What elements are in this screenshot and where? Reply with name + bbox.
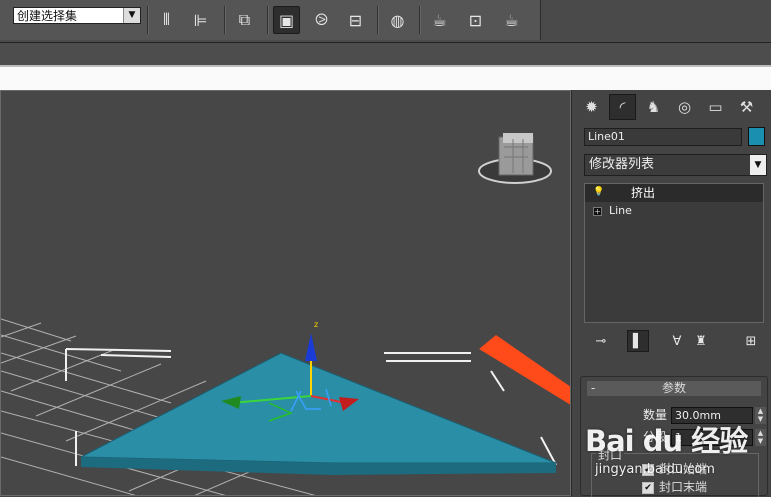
mirror-icon[interactable]: ⫴ xyxy=(153,6,180,34)
scene-explorer-icon[interactable]: ▣ xyxy=(273,6,300,34)
checkbox-checked-icon[interactable]: ✔ xyxy=(642,481,654,494)
render-frame-icon[interactable]: ⊡ xyxy=(462,6,489,34)
align-icon[interactable]: ⊫ xyxy=(187,6,214,34)
render-setup-icon[interactable]: ☕ xyxy=(426,6,453,34)
extruded-shape-top xyxy=(80,352,557,464)
main-toolbar: 创建选择集 ▼ ⫴ ⊫ ⧉ ▣ ⧁ ⊟ ◍ ☕ ⊡ ☕ xyxy=(0,0,771,43)
parameters-rollout-header[interactable]: - 参数 xyxy=(587,381,761,396)
z-axis-label: z xyxy=(314,320,318,329)
toolbar-separator xyxy=(377,6,379,34)
segments-label: 分段 xyxy=(642,430,667,444)
modify-icon[interactable]: ◜ xyxy=(609,94,636,120)
utilities-icon[interactable]: ⚒ xyxy=(733,94,760,120)
display-icon[interactable]: ▭ xyxy=(702,94,729,120)
modifier-stack: 💡 挤出 + Line xyxy=(584,183,764,323)
amount-value: 30.0mm xyxy=(675,409,721,422)
viewcube-icon xyxy=(478,133,552,184)
pin-stack-icon[interactable]: ⊸ xyxy=(590,330,612,352)
object-color-swatch[interactable] xyxy=(748,127,765,146)
amount-label: 数量 xyxy=(642,408,667,422)
annotation-arrow xyxy=(479,335,570,405)
motion-icon[interactable]: ◎ xyxy=(671,94,698,120)
selection-set-label: 创建选择集 xyxy=(17,9,78,23)
checkbox-checked-icon[interactable]: ✔ xyxy=(642,463,654,476)
object-name-field[interactable]: Line01 xyxy=(584,128,742,146)
cap-end-label: 封口末端 xyxy=(659,480,708,494)
command-panel-tabs: ✹ ◜ ♞ ◎ ▭ ⚒ xyxy=(576,92,768,122)
toolbar-separator xyxy=(419,6,421,34)
remove-modifier-icon[interactable]: ♜ xyxy=(690,330,712,352)
capping-label: 封口 xyxy=(596,446,625,463)
stack-item-label: 挤出 xyxy=(631,186,656,200)
amount-spinner[interactable]: ▲ ▼ xyxy=(755,407,766,424)
cap-end-checkbox[interactable]: ✔ 封口末端 xyxy=(642,478,707,495)
schematic-view-icon[interactable]: ⊟ xyxy=(342,6,369,34)
expand-plus-icon[interactable]: + xyxy=(593,207,602,216)
curve-editor-icon[interactable]: ⧁ xyxy=(308,6,335,34)
cap-start-checkbox[interactable]: ✔ 封口始端 xyxy=(642,460,707,477)
segments-input[interactable]: 1 xyxy=(671,429,753,446)
stack-item-extrude[interactable]: 💡 挤出 xyxy=(585,184,763,202)
segments-spinner[interactable]: ▲ ▼ xyxy=(755,429,766,446)
modifier-list-dropdown[interactable]: 修改器列表 ▼ xyxy=(584,154,767,176)
segments-value: 1 xyxy=(675,431,682,444)
make-unique-icon[interactable]: ∀ xyxy=(666,330,688,352)
hierarchy-icon[interactable]: ♞ xyxy=(640,94,667,120)
cap-start-label: 封口始端 xyxy=(659,462,708,476)
object-name-value: Line01 xyxy=(588,130,625,143)
lightbulb-icon[interactable]: 💡 xyxy=(593,187,604,198)
layer-manager-icon[interactable]: ⧉ xyxy=(231,6,258,34)
stack-item-line[interactable]: + Line xyxy=(585,202,763,220)
configure-modifier-sets-icon[interactable]: ⊞ xyxy=(740,330,762,352)
stack-item-label: Line xyxy=(609,204,632,217)
chevron-down-icon[interactable]: ▼ xyxy=(123,8,140,23)
toolbar-separator xyxy=(267,6,269,34)
parameters-rollout: - 参数 数量 30.0mm ▲ ▼ 分段 1 ▲ ▼ 封口 ✔ 封口始端 ✔ 封口末端 xyxy=(580,376,768,497)
command-panel: ✹ ◜ ♞ ◎ ▭ ⚒ Line01 修改器列表 ▼ 💡 挤出 + Line ⊸… xyxy=(571,90,771,497)
ribbon-area xyxy=(0,43,771,65)
chevron-down-icon[interactable]: ▼ xyxy=(750,155,766,175)
modifier-stack-toolbar: ⊸ ▌ ∀ ♜ ⊞ xyxy=(584,330,767,352)
viewport-canvas: z xyxy=(1,133,570,495)
perspective-viewport[interactable]: z xyxy=(0,90,571,496)
show-end-result-icon[interactable]: ▌ xyxy=(627,330,649,352)
amount-input[interactable]: 30.0mm xyxy=(671,407,753,424)
toolbar-separator xyxy=(147,6,149,34)
main-toolbar-panel: 创建选择集 ▼ ⫴ ⊫ ⧉ ▣ ⧁ ⊟ ◍ ☕ ⊡ ☕ xyxy=(0,0,541,40)
capping-group: 封口 ✔ 封口始端 ✔ 封口末端 xyxy=(591,446,759,497)
ribbon-strip xyxy=(0,65,771,90)
rollout-title: 参数 xyxy=(661,381,686,395)
toolbar-separator xyxy=(224,6,226,34)
selection-set-dropdown[interactable]: 创建选择集 ▼ xyxy=(13,7,141,24)
material-editor-icon[interactable]: ◍ xyxy=(384,6,411,34)
create-icon[interactable]: ✹ xyxy=(578,94,605,120)
render-icon[interactable]: ☕ xyxy=(498,6,525,34)
modifier-list-label: 修改器列表 xyxy=(589,157,655,172)
